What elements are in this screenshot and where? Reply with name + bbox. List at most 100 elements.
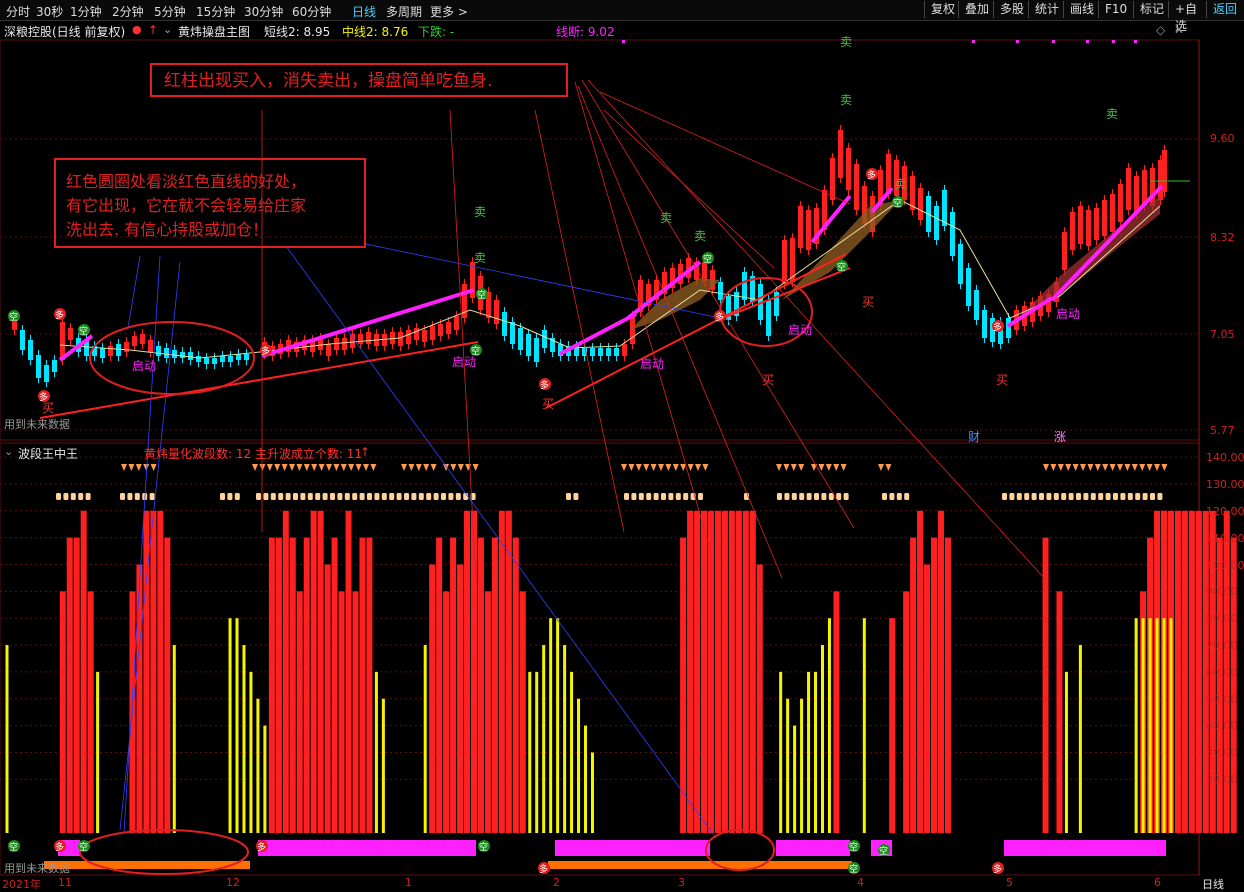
candle-body xyxy=(350,334,355,348)
sub-axis-label: 80.00 xyxy=(1206,612,1238,625)
sell-label: 卖 xyxy=(474,205,486,219)
sub-bar-red xyxy=(324,564,331,833)
diamond-icon xyxy=(450,464,457,471)
duo-marker-text: 多 xyxy=(55,309,64,321)
hand-icon xyxy=(836,493,842,500)
sub-bar-red xyxy=(157,510,164,833)
diamond-icon xyxy=(252,464,258,471)
hand-icon xyxy=(256,493,261,500)
sub-panel-title[interactable]: 波段王中王 xyxy=(18,445,78,462)
candle-body xyxy=(454,316,459,330)
hand-icon xyxy=(1157,493,1163,500)
hand-icon xyxy=(337,493,343,500)
hand-icon xyxy=(1127,493,1133,500)
kong-marker-text: 空 xyxy=(79,325,88,337)
hand-icon xyxy=(784,493,790,500)
sub-axis-label: 20.00 xyxy=(1206,773,1238,786)
sub-bar-red xyxy=(310,510,317,833)
diamond-icon xyxy=(128,464,135,471)
sub-bar-red xyxy=(1174,510,1181,833)
candle-body xyxy=(44,365,49,382)
sell-label: 卖 xyxy=(894,177,906,191)
hand-icon xyxy=(426,493,432,500)
candle-body xyxy=(446,322,451,334)
candle-body xyxy=(966,268,971,306)
buy-label: 买 xyxy=(862,295,874,309)
hand-icon xyxy=(455,493,461,500)
sell-label: 卖 xyxy=(660,211,672,225)
stat-up-arrow-icon: ↑ xyxy=(360,445,371,459)
diamond-icon xyxy=(326,464,332,471)
candle-body xyxy=(1162,150,1167,192)
date-label-month: 12 xyxy=(226,876,240,889)
candle-body xyxy=(846,148,851,190)
hand-icon xyxy=(631,493,637,500)
callout-top-text: 红柱出现买入，消失卖出，操盘简单吃鱼身. xyxy=(164,71,493,91)
sub-axis-label: 70.00 xyxy=(1206,639,1238,652)
diamond-icon xyxy=(121,464,127,471)
hand-icon xyxy=(777,493,782,500)
hand-icon xyxy=(882,493,887,500)
diamond-icon xyxy=(1057,464,1064,471)
hand-icon xyxy=(433,493,439,500)
hand-icon xyxy=(1135,493,1141,500)
sub-bar-red xyxy=(931,537,938,833)
sub-axis-label: 30.00 xyxy=(1206,746,1238,759)
sub-bar-red xyxy=(317,510,324,833)
sub-bar-red xyxy=(944,537,951,833)
sub-bar-yellow xyxy=(235,618,239,833)
hand-icon xyxy=(404,493,409,500)
sub-bar-red xyxy=(296,591,303,833)
sub-bar-red xyxy=(429,564,436,833)
diamond-icon xyxy=(401,464,407,471)
annotation-arrow xyxy=(599,91,851,205)
hand-icon xyxy=(1016,493,1022,500)
candle-body xyxy=(1126,168,1131,210)
candle-body xyxy=(518,328,523,350)
candle-body xyxy=(1102,200,1107,236)
sub-bar-red xyxy=(512,537,519,833)
signal-band xyxy=(776,840,850,856)
diamond-icon xyxy=(340,464,347,471)
sub-bar-red xyxy=(331,537,338,833)
candle-body xyxy=(1094,208,1099,240)
sub-panel-chevron-icon[interactable]: ⌄ xyxy=(4,445,13,458)
sub-bar-red xyxy=(701,510,707,833)
hand-icon xyxy=(396,493,402,500)
sub-panel-frame xyxy=(0,442,1200,876)
sub-bar-red xyxy=(687,510,694,833)
diamond-icon xyxy=(355,464,362,471)
hand-icon xyxy=(1076,493,1081,500)
candle-body xyxy=(196,356,201,362)
hand-icon xyxy=(896,493,902,500)
hand-icon xyxy=(1113,493,1118,500)
candle-body xyxy=(982,310,987,338)
sub-bar-red xyxy=(721,510,728,833)
diamond-icon xyxy=(695,464,701,471)
sub-bar-red xyxy=(150,510,157,833)
sub-bar-yellow xyxy=(263,725,267,833)
limit-up-marker[interactable]: 涨 xyxy=(1054,428,1066,445)
hand-icon xyxy=(359,493,365,500)
sub-bar-yellow xyxy=(590,752,594,833)
hand-icon xyxy=(127,493,133,500)
candle-body xyxy=(140,334,145,344)
hand-icon xyxy=(263,493,269,500)
sub-bar-yellow xyxy=(1169,618,1173,833)
sub-bar-red xyxy=(889,618,896,833)
finance-marker[interactable]: 财 xyxy=(968,428,980,445)
candle-body xyxy=(1118,184,1123,222)
start-label: 启动 xyxy=(640,357,664,371)
kong-marker-text: 空 xyxy=(849,841,858,853)
signal-band xyxy=(258,840,476,856)
diamond-icon xyxy=(363,464,369,471)
hand-icon xyxy=(904,493,910,500)
diamond-icon xyxy=(840,464,847,471)
sub-bar-red xyxy=(735,510,742,833)
candle-body xyxy=(958,244,963,284)
sub-bar-yellow xyxy=(423,645,427,833)
candle-body xyxy=(830,158,835,200)
hand-icon xyxy=(653,493,659,500)
hand-icon xyxy=(624,493,629,500)
hand-icon xyxy=(573,493,579,500)
